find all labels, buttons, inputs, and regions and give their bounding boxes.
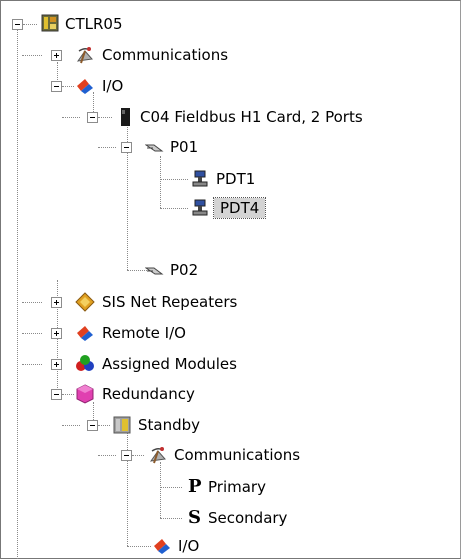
tree-line <box>160 179 188 180</box>
expand-button[interactable] <box>51 359 62 370</box>
expand-button[interactable] <box>51 50 62 61</box>
tree-item-standby[interactable]: Standby <box>136 415 202 435</box>
tree-item-assigned[interactable]: Assigned Modules <box>100 354 239 374</box>
io-icon <box>77 79 93 94</box>
sis-repeater-icon <box>75 292 95 312</box>
satellite-dish-icon <box>149 447 166 464</box>
secondary-icon: S <box>188 507 201 528</box>
device-icon <box>192 199 208 216</box>
tree-line <box>22 333 42 334</box>
controller-icon <box>41 14 59 32</box>
tree-line <box>22 302 42 303</box>
tree-item-p02[interactable]: P02 <box>168 260 200 280</box>
tree-item-standby-communications[interactable]: Communications <box>172 445 302 465</box>
tree-line <box>160 462 161 518</box>
collapse-button[interactable] <box>87 420 98 431</box>
tree-item-primary[interactable]: Primary <box>206 477 268 497</box>
collapse-button[interactable] <box>121 142 132 153</box>
tree-line <box>160 487 182 488</box>
primary-icon: P <box>188 476 202 497</box>
collapse-button[interactable] <box>121 450 132 461</box>
tree-line <box>160 518 182 519</box>
tree-line <box>23 24 37 25</box>
collapse-button[interactable] <box>51 81 62 92</box>
tree-item-card[interactable]: C04 Fieldbus H1 Card, 2 Ports <box>138 107 365 127</box>
tree-line <box>22 364 42 365</box>
tree-line <box>132 455 144 456</box>
tree-item-secondary[interactable]: Secondary <box>206 508 289 528</box>
tree-item-pdt1[interactable]: PDT1 <box>214 169 257 189</box>
collapse-button[interactable] <box>87 112 98 123</box>
port-icon <box>145 144 164 152</box>
tree-item-sis[interactable]: SIS Net Repeaters <box>100 292 239 312</box>
tree-item-pdt4[interactable]: PDT4 <box>212 197 267 219</box>
tree-view <box>0 0 461 559</box>
tree-item-io[interactable]: I/O <box>100 76 125 96</box>
tree-item-standby-io[interactable]: I/O <box>176 536 201 556</box>
port-icon <box>145 267 164 275</box>
tree-line <box>98 117 112 118</box>
tree-line <box>98 425 110 426</box>
tree-item-p01[interactable]: P01 <box>168 137 200 157</box>
satellite-dish-icon <box>76 47 93 64</box>
tree-line <box>62 86 74 87</box>
io-icon <box>154 539 170 554</box>
tree-item-remote-io[interactable]: Remote I/O <box>100 323 188 343</box>
tree-line <box>62 394 74 395</box>
tree-item-communications[interactable]: Communications <box>100 45 230 65</box>
tree-item-ctlr05[interactable]: CTLR05 <box>63 14 125 34</box>
tree-line <box>22 55 42 56</box>
tree-line <box>17 30 18 559</box>
standby-controller-icon <box>113 416 131 434</box>
collapse-button[interactable] <box>12 19 23 30</box>
tree-line <box>98 455 116 456</box>
remote-io-icon <box>77 326 93 341</box>
expand-button[interactable] <box>51 297 62 308</box>
fieldbus-card-icon <box>121 108 130 126</box>
collapse-button[interactable] <box>51 389 62 400</box>
expand-button[interactable] <box>51 328 62 339</box>
device-icon <box>192 170 208 187</box>
tree-line <box>62 425 80 426</box>
tree-line <box>98 147 116 148</box>
tree-item-redundancy[interactable]: Redundancy <box>100 384 197 404</box>
tree-line <box>127 546 151 547</box>
tree-line <box>62 117 80 118</box>
tree-line <box>160 156 161 208</box>
tree-line <box>160 208 188 209</box>
assigned-modules-icon <box>76 355 94 371</box>
redundancy-icon <box>76 384 94 404</box>
